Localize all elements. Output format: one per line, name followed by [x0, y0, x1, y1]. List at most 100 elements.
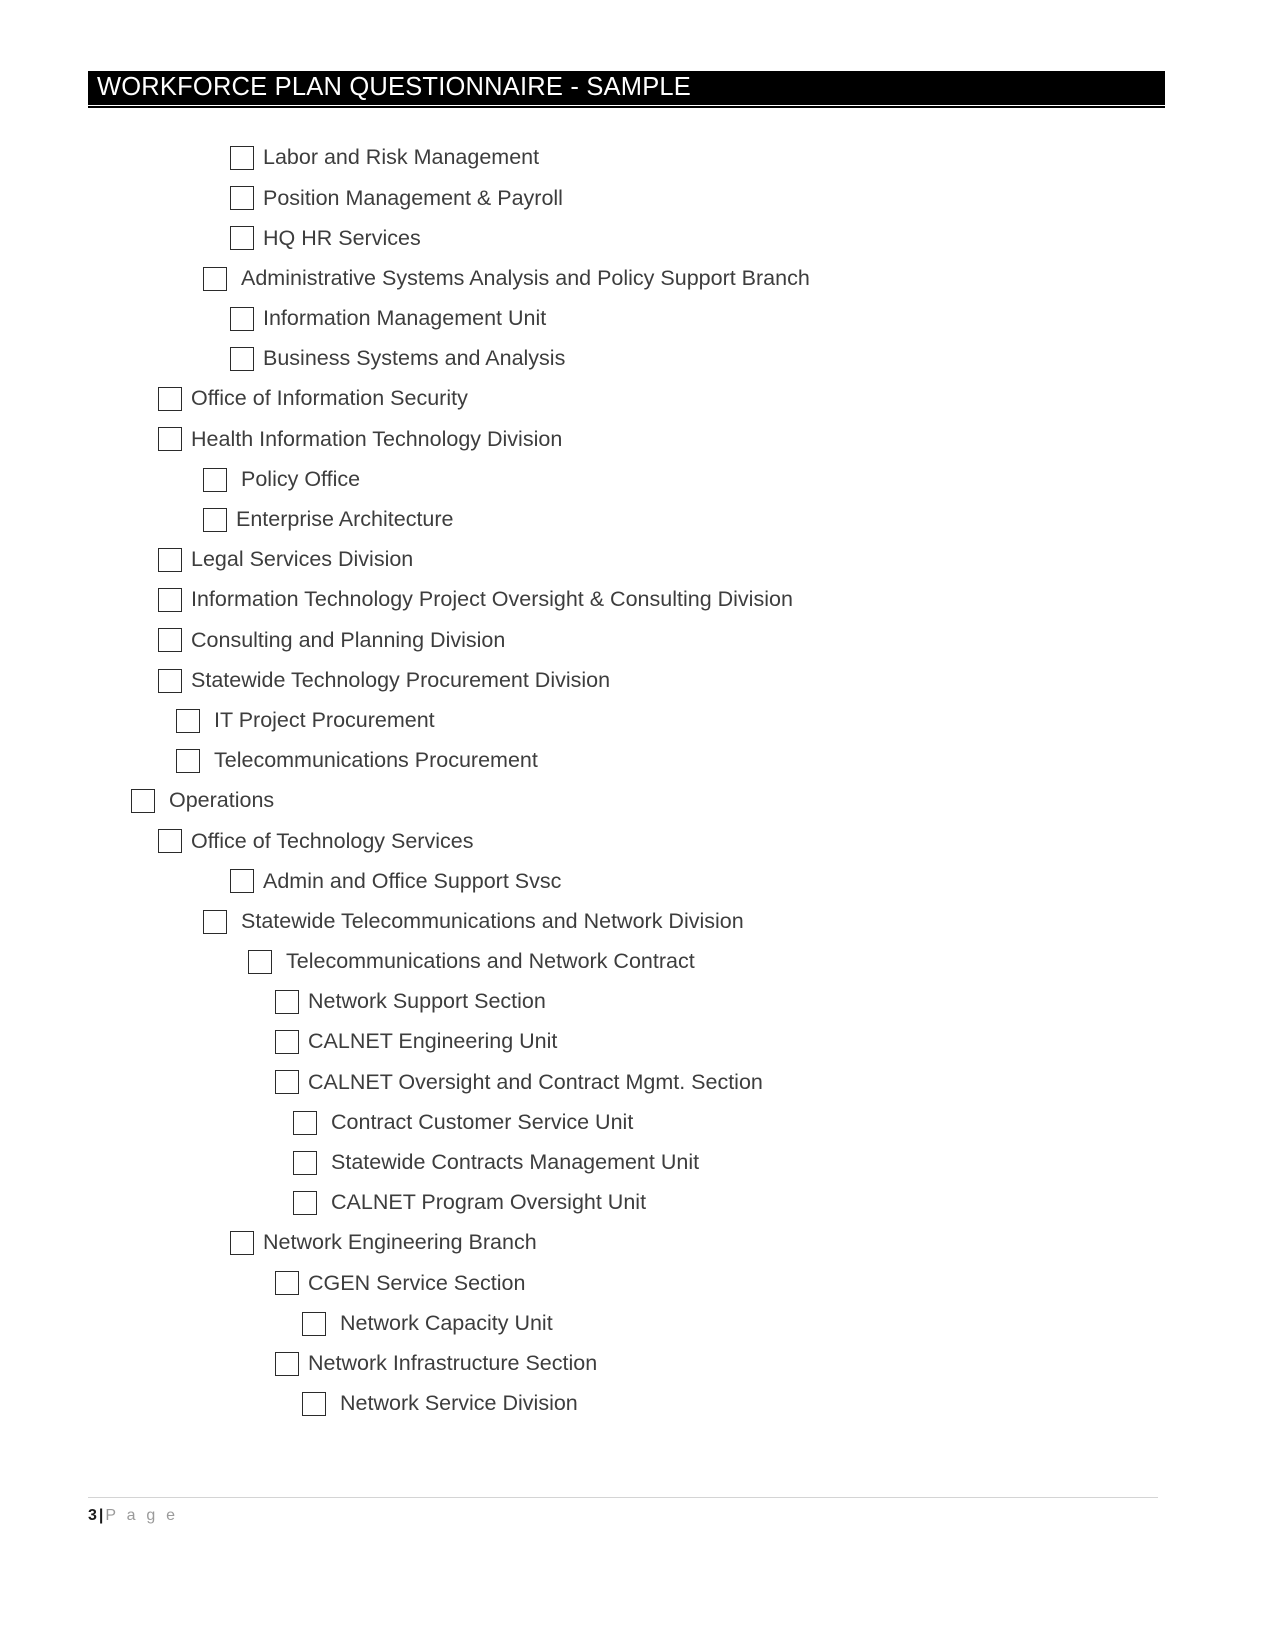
checklist-row[interactable]: Labor and Risk Management	[0, 138, 1275, 178]
checklist-row[interactable]: CALNET Program Oversight Unit	[0, 1183, 1275, 1223]
checklist-item-label: Policy Office	[241, 466, 361, 491]
checklist-row[interactable]: Statewide Telecommunications and Network…	[0, 902, 1275, 942]
checklist-item-label: CGEN Service Section	[308, 1270, 526, 1295]
checklist-row[interactable]: Office of Technology Services	[0, 821, 1275, 861]
checklist-item-label: Labor and Risk Management	[263, 145, 540, 170]
checkbox-icon[interactable]	[275, 990, 299, 1015]
checklist-row[interactable]: Network Infrastructure Section	[0, 1344, 1275, 1384]
checkbox-icon[interactable]	[203, 467, 227, 492]
checklist-row[interactable]: Office of Information Security	[0, 379, 1275, 419]
checkbox-icon[interactable]	[275, 1271, 299, 1296]
checklist-item-label: Network Support Section	[308, 989, 546, 1014]
checkbox-icon[interactable]	[176, 708, 200, 733]
checkbox-icon[interactable]	[293, 1190, 317, 1215]
checkbox-icon[interactable]	[275, 1030, 299, 1055]
checklist-row[interactable]: Administrative Systems Analysis and Poli…	[0, 259, 1275, 299]
checkbox-icon[interactable]	[158, 588, 182, 613]
checkbox-icon[interactable]	[302, 1391, 326, 1416]
footer: 3 | P a g e	[88, 1508, 178, 1524]
checkbox-icon[interactable]	[275, 1070, 299, 1095]
checklist-row[interactable]: Telecommunications and Network Contract	[0, 942, 1275, 982]
checkbox-icon[interactable]	[158, 628, 182, 653]
checklist-row[interactable]: Telecommunications Procurement	[0, 741, 1275, 781]
checkbox-icon[interactable]	[158, 829, 182, 854]
checklist-row[interactable]: Operations	[0, 781, 1275, 821]
checkbox-icon[interactable]	[203, 909, 227, 934]
checklist-item-label: Legal Services Division	[191, 547, 414, 572]
checklist-row[interactable]: Legal Services Division	[0, 540, 1275, 580]
checkbox-icon[interactable]	[293, 1110, 317, 1135]
checkbox-icon[interactable]	[230, 869, 254, 894]
checklist-row[interactable]: Statewide Technology Procurement Divisio…	[0, 660, 1275, 700]
checklist-row[interactable]: CALNET Engineering Unit	[0, 1022, 1275, 1062]
checklist-row[interactable]: Enterprise Architecture	[0, 500, 1275, 540]
checklist-item-label: Network Service Division	[340, 1391, 578, 1416]
checklist-item-label: Position Management & Payroll	[263, 185, 563, 210]
checklist-item-label: Administrative Systems Analysis and Poli…	[241, 265, 810, 290]
checkbox-icon[interactable]	[230, 226, 254, 251]
checklist-row[interactable]: Contract Customer Service Unit	[0, 1103, 1275, 1143]
checklist-item-label: Operations	[169, 788, 275, 813]
footer-page-number: 3	[88, 1507, 97, 1524]
checklist-item-label: Network Capacity Unit	[340, 1310, 553, 1335]
checklist-item-label: Network Engineering Branch	[263, 1230, 537, 1255]
checkbox-icon[interactable]	[230, 146, 254, 171]
checklist-item-label: HQ HR Services	[263, 225, 421, 250]
checkbox-icon[interactable]	[158, 427, 182, 452]
checkbox-icon[interactable]	[230, 186, 254, 211]
checklist-row[interactable]: Admin and Office Support Svsc	[0, 861, 1275, 901]
checkbox-icon[interactable]	[248, 949, 272, 974]
checklist-item-label: Network Infrastructure Section	[308, 1350, 598, 1375]
checklist-row[interactable]: Network Service Division	[0, 1384, 1275, 1424]
checkbox-icon[interactable]	[203, 266, 227, 291]
checklist-item-label: Health Information Technology Division	[191, 426, 563, 451]
checkbox-icon[interactable]	[203, 507, 227, 532]
checklist-row[interactable]: Network Engineering Branch	[0, 1223, 1275, 1263]
checklist-row[interactable]: Network Support Section	[0, 982, 1275, 1022]
checklist-item-label: Telecommunications Procurement	[214, 748, 538, 773]
checklist-item-label: Office of Technology Services	[191, 828, 474, 853]
checklist-row[interactable]: Position Management & Payroll	[0, 178, 1275, 218]
checklist-row[interactable]: Policy Office	[0, 460, 1275, 500]
checklist-item-label: CALNET Engineering Unit	[308, 1029, 558, 1054]
checklist-item-label: CALNET Program Oversight Unit	[331, 1190, 647, 1215]
header-divider	[88, 106, 1165, 108]
checkbox-icon[interactable]	[131, 789, 155, 814]
checkbox-icon[interactable]	[293, 1150, 317, 1175]
footer-divider	[88, 1497, 1158, 1498]
checklist-item-label: Admin and Office Support Svsc	[263, 868, 562, 893]
checkbox-icon[interactable]	[176, 748, 200, 773]
checkbox-icon[interactable]	[230, 1231, 254, 1256]
checklist-row[interactable]: Statewide Contracts Management Unit	[0, 1143, 1275, 1183]
checkbox-icon[interactable]	[302, 1311, 326, 1336]
checklist: Labor and Risk Management Position Manage…	[0, 138, 1275, 1424]
checklist-item-label: IT Project Procurement	[214, 707, 435, 732]
document-page: WORKFORCE PLAN QUESTIONNAIRE - SAMPLE La…	[0, 0, 1275, 1651]
checklist-item-label: Business Systems and Analysis	[263, 346, 566, 371]
checklist-row[interactable]: Business Systems and Analysis	[0, 339, 1275, 379]
document-header-banner: WORKFORCE PLAN QUESTIONNAIRE - SAMPLE	[88, 71, 1165, 105]
checkbox-icon[interactable]	[230, 306, 254, 331]
checkbox-icon[interactable]	[158, 387, 182, 412]
checklist-item-label: Statewide Contracts Management Unit	[331, 1150, 700, 1175]
checklist-row[interactable]: HQ HR Services	[0, 218, 1275, 258]
checklist-item-label: Telecommunications and Network Contract	[286, 949, 695, 974]
checkbox-icon[interactable]	[158, 547, 182, 572]
checklist-row[interactable]: Information Technology Project Oversight…	[0, 580, 1275, 620]
checklist-row[interactable]: Information Management Unit	[0, 299, 1275, 339]
checklist-row[interactable]: CGEN Service Section	[0, 1263, 1275, 1303]
checklist-item-label: Enterprise Architecture	[236, 507, 454, 532]
checklist-row[interactable]: Health Information Technology Division	[0, 419, 1275, 459]
checklist-item-label: CALNET Oversight and Contract Mgmt. Sect…	[308, 1069, 763, 1094]
checklist-row[interactable]: Consulting and Planning Division	[0, 620, 1275, 660]
checklist-row[interactable]: IT Project Procurement	[0, 701, 1275, 741]
checkbox-icon[interactable]	[230, 347, 254, 372]
checklist-item-label: Statewide Telecommunications and Network…	[241, 908, 744, 933]
checklist-item-label: Consulting and Planning Division	[191, 627, 506, 652]
checklist-row[interactable]: Network Capacity Unit	[0, 1303, 1275, 1343]
checkbox-icon[interactable]	[158, 668, 182, 693]
checklist-row[interactable]: CALNET Oversight and Contract Mgmt. Sect…	[0, 1062, 1275, 1102]
checklist-item-label: Information Technology Project Oversight…	[191, 587, 793, 612]
checklist-item-label: Statewide Technology Procurement Divisio…	[191, 667, 611, 692]
checkbox-icon[interactable]	[275, 1351, 299, 1376]
